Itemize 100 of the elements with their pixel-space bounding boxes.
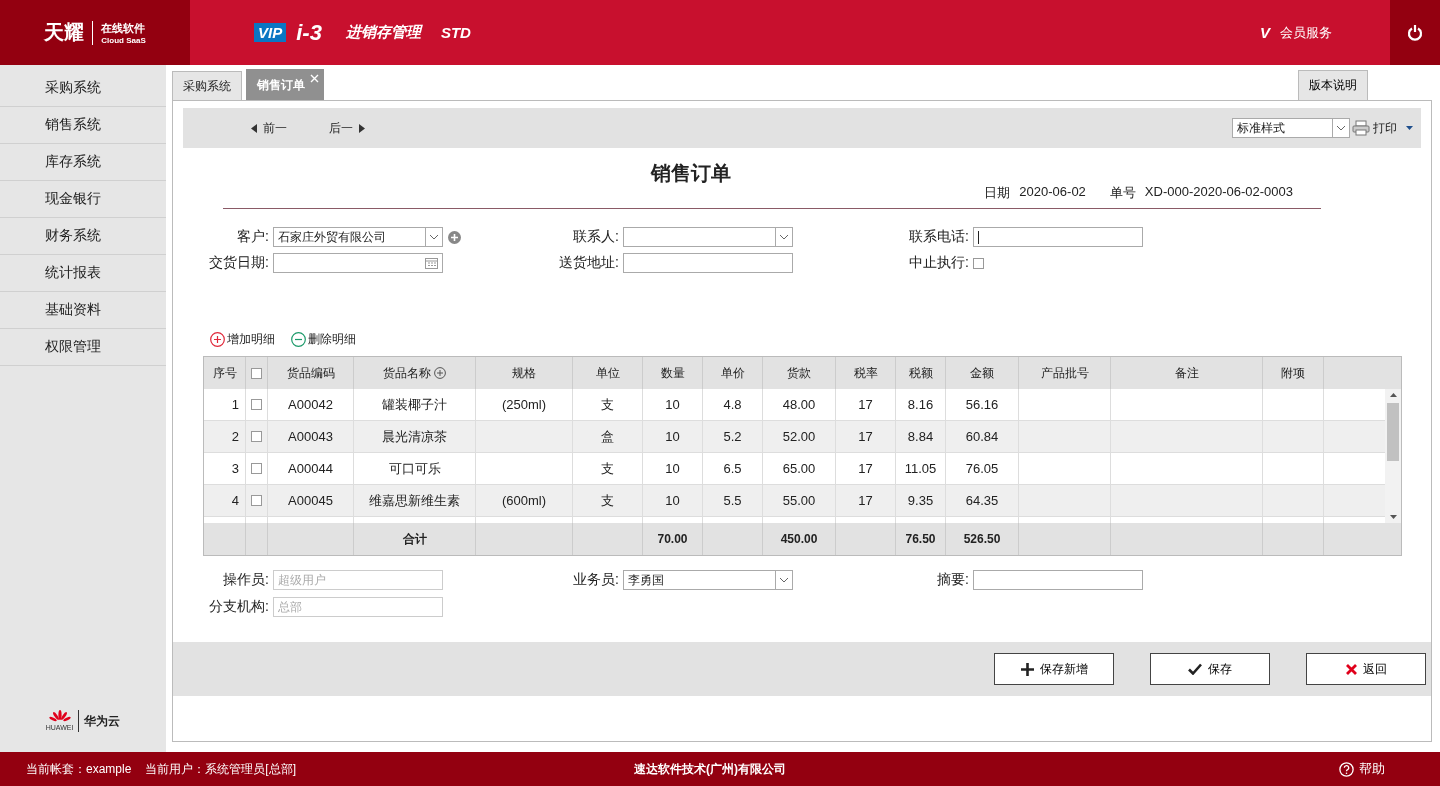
field-label: 中止执行:	[908, 254, 969, 272]
triangle-right-icon	[359, 123, 365, 133]
order-number-value: XD-000-2020-06-02-0003	[1144, 184, 1293, 201]
table-cell: 可口可乐	[388, 459, 441, 478]
total-cell: 合计	[402, 530, 427, 548]
total-cell: 76.50	[905, 532, 936, 546]
product-name: i-3	[296, 19, 322, 46]
input-field[interactable]	[973, 227, 1143, 247]
column-header: 单位	[595, 364, 620, 382]
field-label: 联系电话:	[908, 228, 969, 246]
caret-icon	[1406, 126, 1413, 130]
chevron-down-icon	[1336, 125, 1346, 131]
column-header: 单价	[720, 364, 745, 382]
edition-label: STD	[440, 24, 471, 41]
date-value: 2020-06-02	[1019, 184, 1086, 201]
total-cell: 450.00	[780, 532, 818, 546]
table-cell: 10	[665, 461, 680, 476]
style-select[interactable]: 标准样式	[1232, 118, 1350, 138]
column-header: 备注	[1174, 364, 1199, 382]
brand-name: 天耀	[44, 20, 85, 45]
detail-action-link[interactable]: 删除明细	[291, 331, 356, 348]
minus-circle-icon	[291, 332, 306, 347]
module-name: 进销存管理	[345, 23, 421, 42]
table-cell: A00045	[288, 493, 333, 508]
select-field[interactable]	[623, 227, 793, 247]
table-cell: 17	[858, 461, 873, 476]
chevron-down-icon	[429, 234, 439, 240]
select-all-checkbox[interactable]	[251, 367, 262, 379]
table-cell: 17	[858, 429, 873, 444]
row-checkbox[interactable]	[251, 399, 262, 410]
table-cell: 5.2	[723, 429, 742, 444]
table-cell: 56.16	[965, 397, 999, 412]
scrollbar[interactable]	[1385, 389, 1401, 523]
row-checkbox[interactable]	[251, 463, 262, 474]
column-header: 货品名称	[383, 364, 446, 382]
table-cell: 17	[858, 397, 873, 412]
row-checkbox[interactable]	[251, 495, 262, 506]
save-button[interactable]: 保存	[1150, 653, 1270, 685]
plus-icon	[1020, 662, 1034, 676]
input-field[interactable]	[623, 253, 793, 273]
table-cell: (250ml)	[501, 397, 547, 412]
table-cell: 盒	[601, 427, 614, 446]
help-link[interactable]: 帮助	[1339, 760, 1385, 778]
column-header: 附项	[1281, 364, 1305, 382]
table-cell: 支	[601, 395, 614, 414]
table-cell: (600ml)	[501, 493, 547, 508]
brand-subtitle: 在线软件	[101, 20, 146, 36]
field-label: 客户:	[236, 228, 269, 246]
form-title: 销售订单	[651, 161, 732, 186]
scroll-down-icon[interactable]	[1389, 515, 1397, 519]
partner-name: 华为云	[84, 712, 121, 730]
table-cell: 维嘉思新维生素	[369, 491, 460, 510]
back-button[interactable]: 返回	[1306, 653, 1426, 685]
table-cell: 65.00	[782, 461, 816, 476]
close-icon[interactable]	[310, 74, 319, 83]
help-icon	[1339, 761, 1354, 777]
table-cell: 5.5	[723, 493, 742, 508]
table-cell: 10	[665, 429, 680, 444]
current-user: 当前用户：系统管理员[总部]	[145, 760, 297, 778]
table-cell: 17	[858, 493, 873, 508]
date-field[interactable]	[273, 253, 443, 273]
triangle-left-icon	[251, 123, 257, 133]
field-label: 送货地址:	[558, 254, 619, 272]
member-service-link[interactable]: V 会员服务	[1260, 23, 1332, 42]
total-cell: 526.50	[963, 532, 1001, 546]
save-and-new-button[interactable]: 保存新增	[994, 653, 1114, 685]
table-cell: 64.35	[965, 493, 999, 508]
version-notes-tab[interactable]: 版本说明	[1298, 70, 1368, 100]
field-label: 业务员:	[572, 571, 619, 589]
table-cell: 60.84	[965, 429, 999, 444]
column-header: 货品编码	[286, 364, 335, 382]
tab[interactable]: 采购系统	[172, 71, 242, 100]
add-icon[interactable]	[448, 230, 461, 244]
table-cell: 55.00	[782, 493, 816, 508]
field-label: 操作员:	[222, 571, 269, 589]
vip-badge: VIP	[254, 23, 287, 42]
date-label: 日期	[984, 184, 1011, 202]
table-cell: 3	[231, 461, 239, 476]
detail-action-link[interactable]: 增加明细	[210, 331, 275, 348]
input-field: 总部	[273, 597, 443, 617]
input-field[interactable]	[973, 570, 1143, 590]
select-field[interactable]: 石家庄外贸有限公司	[273, 227, 443, 247]
table-cell: 晨光清凉茶	[382, 427, 447, 446]
table-cell: 6.5	[723, 461, 742, 476]
power-button[interactable]	[1390, 0, 1440, 65]
table-cell: 11.05	[904, 461, 937, 476]
column-header: 货款	[787, 364, 811, 382]
table-cell: 支	[601, 491, 614, 510]
company-name: 速达软件技术(广州)有限公司	[634, 760, 787, 778]
previous-button[interactable]: 前一	[251, 119, 287, 137]
row-checkbox[interactable]	[251, 431, 262, 442]
print-button[interactable]: 打印	[1352, 119, 1413, 137]
table-cell: 10	[665, 493, 680, 508]
next-button[interactable]: 后一	[329, 119, 365, 137]
select-field[interactable]: 李勇国	[623, 570, 793, 590]
table-cell: A00044	[288, 461, 333, 476]
printer-icon	[1352, 120, 1370, 136]
scroll-up-icon[interactable]	[1389, 393, 1397, 397]
checkbox[interactable]	[973, 257, 984, 269]
column-header: 产品批号	[1040, 364, 1089, 382]
